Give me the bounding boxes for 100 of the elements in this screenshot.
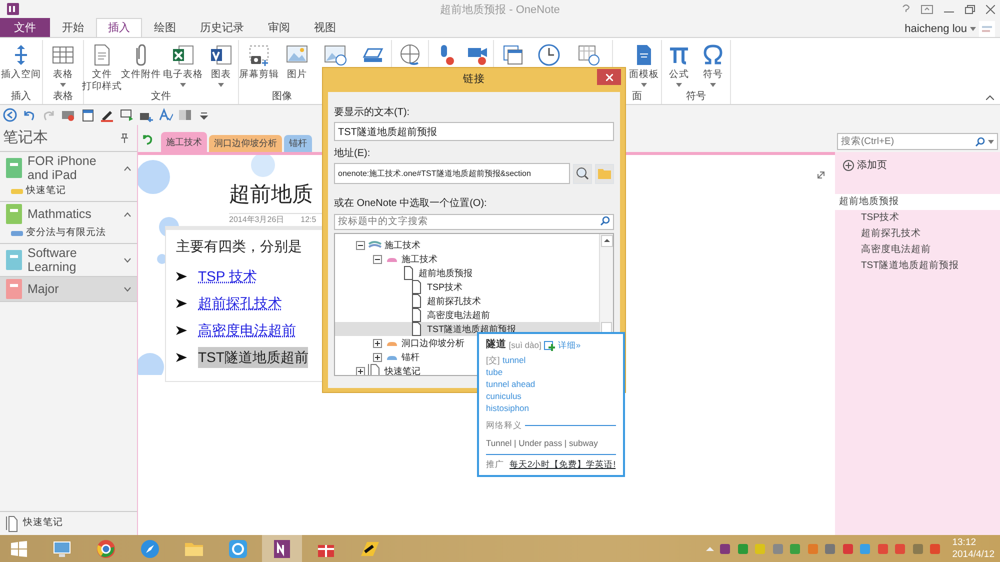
page-item[interactable]: TST隧道地质超前预报 [835, 258, 1000, 274]
page-time: 12:5 [300, 214, 316, 226]
pinyin: [suì dào] [508, 339, 542, 351]
ribbon-button[interactable]: 图表 [204, 40, 238, 90]
ribbon-tab[interactable]: 文件 [0, 18, 50, 37]
ribbon-button[interactable]: 电子表格 [162, 40, 204, 90]
arrow-bullet-icon [176, 298, 187, 308]
add-page-button[interactable]: 添加页 [835, 154, 895, 176]
tree-item[interactable]: 施工技术 [335, 252, 599, 266]
pen-icon[interactable] [100, 108, 114, 122]
page-item[interactable]: 高密度电法超前 [835, 242, 1000, 258]
search-field[interactable]: 按标题中的文字搜索 [334, 214, 614, 230]
promo-link[interactable]: 每天2小时【免费】学英语! [510, 458, 616, 470]
section-heading: 网络释义 [486, 419, 522, 432]
tree-item[interactable]: TSP技术 [335, 280, 599, 294]
notebook-item[interactable]: FOR iPhone and iPad [0, 152, 137, 184]
tree-item[interactable]: 高密度电法超前 [335, 308, 599, 322]
browse-web-button[interactable] [572, 164, 592, 184]
restore-icon[interactable] [964, 4, 974, 14]
scroll-up-icon[interactable] [601, 235, 613, 247]
group-label: 文件 [150, 90, 172, 104]
back-icon[interactable] [2, 108, 17, 122]
collapse-icon[interactable] [373, 254, 382, 264]
spelling-icon[interactable] [158, 108, 173, 122]
arrow-bullet-icon [176, 324, 187, 336]
section-tab[interactable]: 施工技术 [160, 132, 207, 152]
ribbon-button[interactable]: 屏幕剪辑 [239, 40, 279, 90]
expand-icon[interactable] [356, 366, 365, 375]
tray-icon[interactable] [719, 542, 732, 554]
caret-icon[interactable] [970, 26, 976, 31]
outline-text: TST隧道地质超前 [198, 346, 308, 368]
taskbar-app-button[interactable] [262, 535, 302, 562]
meaning: tunnel [502, 354, 526, 366]
pages-icon [6, 516, 18, 532]
caret-icon[interactable] [988, 140, 994, 144]
text-field[interactable]: TST隧道地质超前预报 [334, 122, 614, 141]
ribbon-tab[interactable]: 绘图 [142, 18, 188, 37]
ribbon-button[interactable]: 公式 [662, 40, 696, 90]
browser-icon [95, 538, 117, 560]
details-link[interactable]: 详细» [558, 339, 581, 351]
collapse-ribbon-icon[interactable] [986, 95, 994, 100]
expand-icon[interactable] [373, 338, 382, 348]
ribbon-tab[interactable]: 审阅 [256, 18, 302, 37]
display-options-icon[interactable] [920, 4, 932, 14]
section-tab[interactable]: 洞口边仰坡分析 [208, 135, 282, 152]
expand-icon[interactable] [373, 352, 382, 362]
ribbon-button[interactable]: 图片 [279, 40, 315, 90]
calendar-icon[interactable] [80, 108, 95, 122]
ribbon-tab[interactable]: 历史记录 [188, 18, 256, 37]
tree-item[interactable]: 施工技术 [335, 238, 599, 252]
collapse-icon[interactable] [356, 240, 365, 250]
ribbon-button[interactable]: 面模板 [613, 40, 661, 90]
help-icon[interactable] [902, 4, 910, 14]
close-icon [606, 74, 612, 80]
page-item[interactable]: 超前探孔技术 [835, 226, 1000, 242]
calendar-icon [501, 43, 525, 67]
ribbon-tab[interactable]: 开始 [50, 18, 96, 37]
section-item[interactable]: 变分法与有限元法 [0, 226, 137, 243]
undo-icon[interactable] [22, 108, 36, 122]
page-icon [402, 266, 416, 280]
search-field[interactable]: 搜索(Ctrl+E) [837, 133, 998, 150]
dock-window-icon[interactable] [61, 108, 76, 122]
tree-item[interactable]: 超前地质预报 [335, 266, 599, 280]
navigate-back-icon[interactable] [142, 134, 153, 146]
address-field[interactable]: onenote:施工技术.one#TST隧道地质超前预报&section [334, 163, 570, 184]
group-label: 插入 [10, 90, 32, 104]
headword: 隧道 [486, 339, 506, 351]
pin-icon[interactable] [121, 133, 128, 143]
outline-link[interactable]: 超前探孔技术 [198, 292, 282, 314]
notebook-item[interactable]: Major [0, 277, 137, 301]
notebook-item[interactable]: Mathmatics [0, 202, 137, 226]
full-page-icon[interactable] [178, 108, 192, 122]
notebook-item[interactable]: Software Learning [0, 244, 137, 276]
page-item[interactable]: 超前地质预报 [835, 194, 1000, 210]
search-icon[interactable] [600, 216, 610, 226]
section-tab[interactable]: 锚杆 [284, 135, 312, 152]
outline-link[interactable]: TSP 技术 [198, 266, 257, 286]
ribbon-button[interactable]: 文件 打印样式 [84, 40, 120, 90]
close-button[interactable] [597, 69, 621, 85]
ribbon-button[interactable]: 符号 [696, 40, 730, 90]
group-label: 图像 [271, 90, 293, 104]
page-item[interactable]: TSP技术 [835, 210, 1000, 226]
close-icon[interactable] [986, 4, 994, 14]
ribbon-tab[interactable]: 插入 [96, 18, 142, 37]
search-icon[interactable] [975, 136, 986, 146]
ribbon-button[interactable]: 文件附件 [120, 40, 162, 90]
comment-icon[interactable] [120, 108, 134, 122]
add-word-icon[interactable] [544, 340, 556, 350]
outline-link[interactable]: 高密度电法超前 [198, 320, 296, 340]
ribbon-button[interactable]: 表格 [43, 40, 83, 90]
arrow-bullet-icon [176, 270, 187, 282]
tree-item[interactable]: 超前探孔技术 [335, 294, 599, 308]
section-item[interactable]: 快速笔记 [0, 184, 137, 201]
windows-logo-icon[interactable] [10, 540, 28, 558]
omega-icon [701, 43, 725, 67]
ribbon-tab[interactable]: 视图 [302, 18, 348, 37]
ribbon-button[interactable]: 插入空间 [0, 40, 42, 90]
meaning: tunnel ahead [486, 378, 536, 390]
user-name[interactable]: haicheng lou [904, 20, 967, 37]
calendar-clock-icon [577, 43, 601, 67]
